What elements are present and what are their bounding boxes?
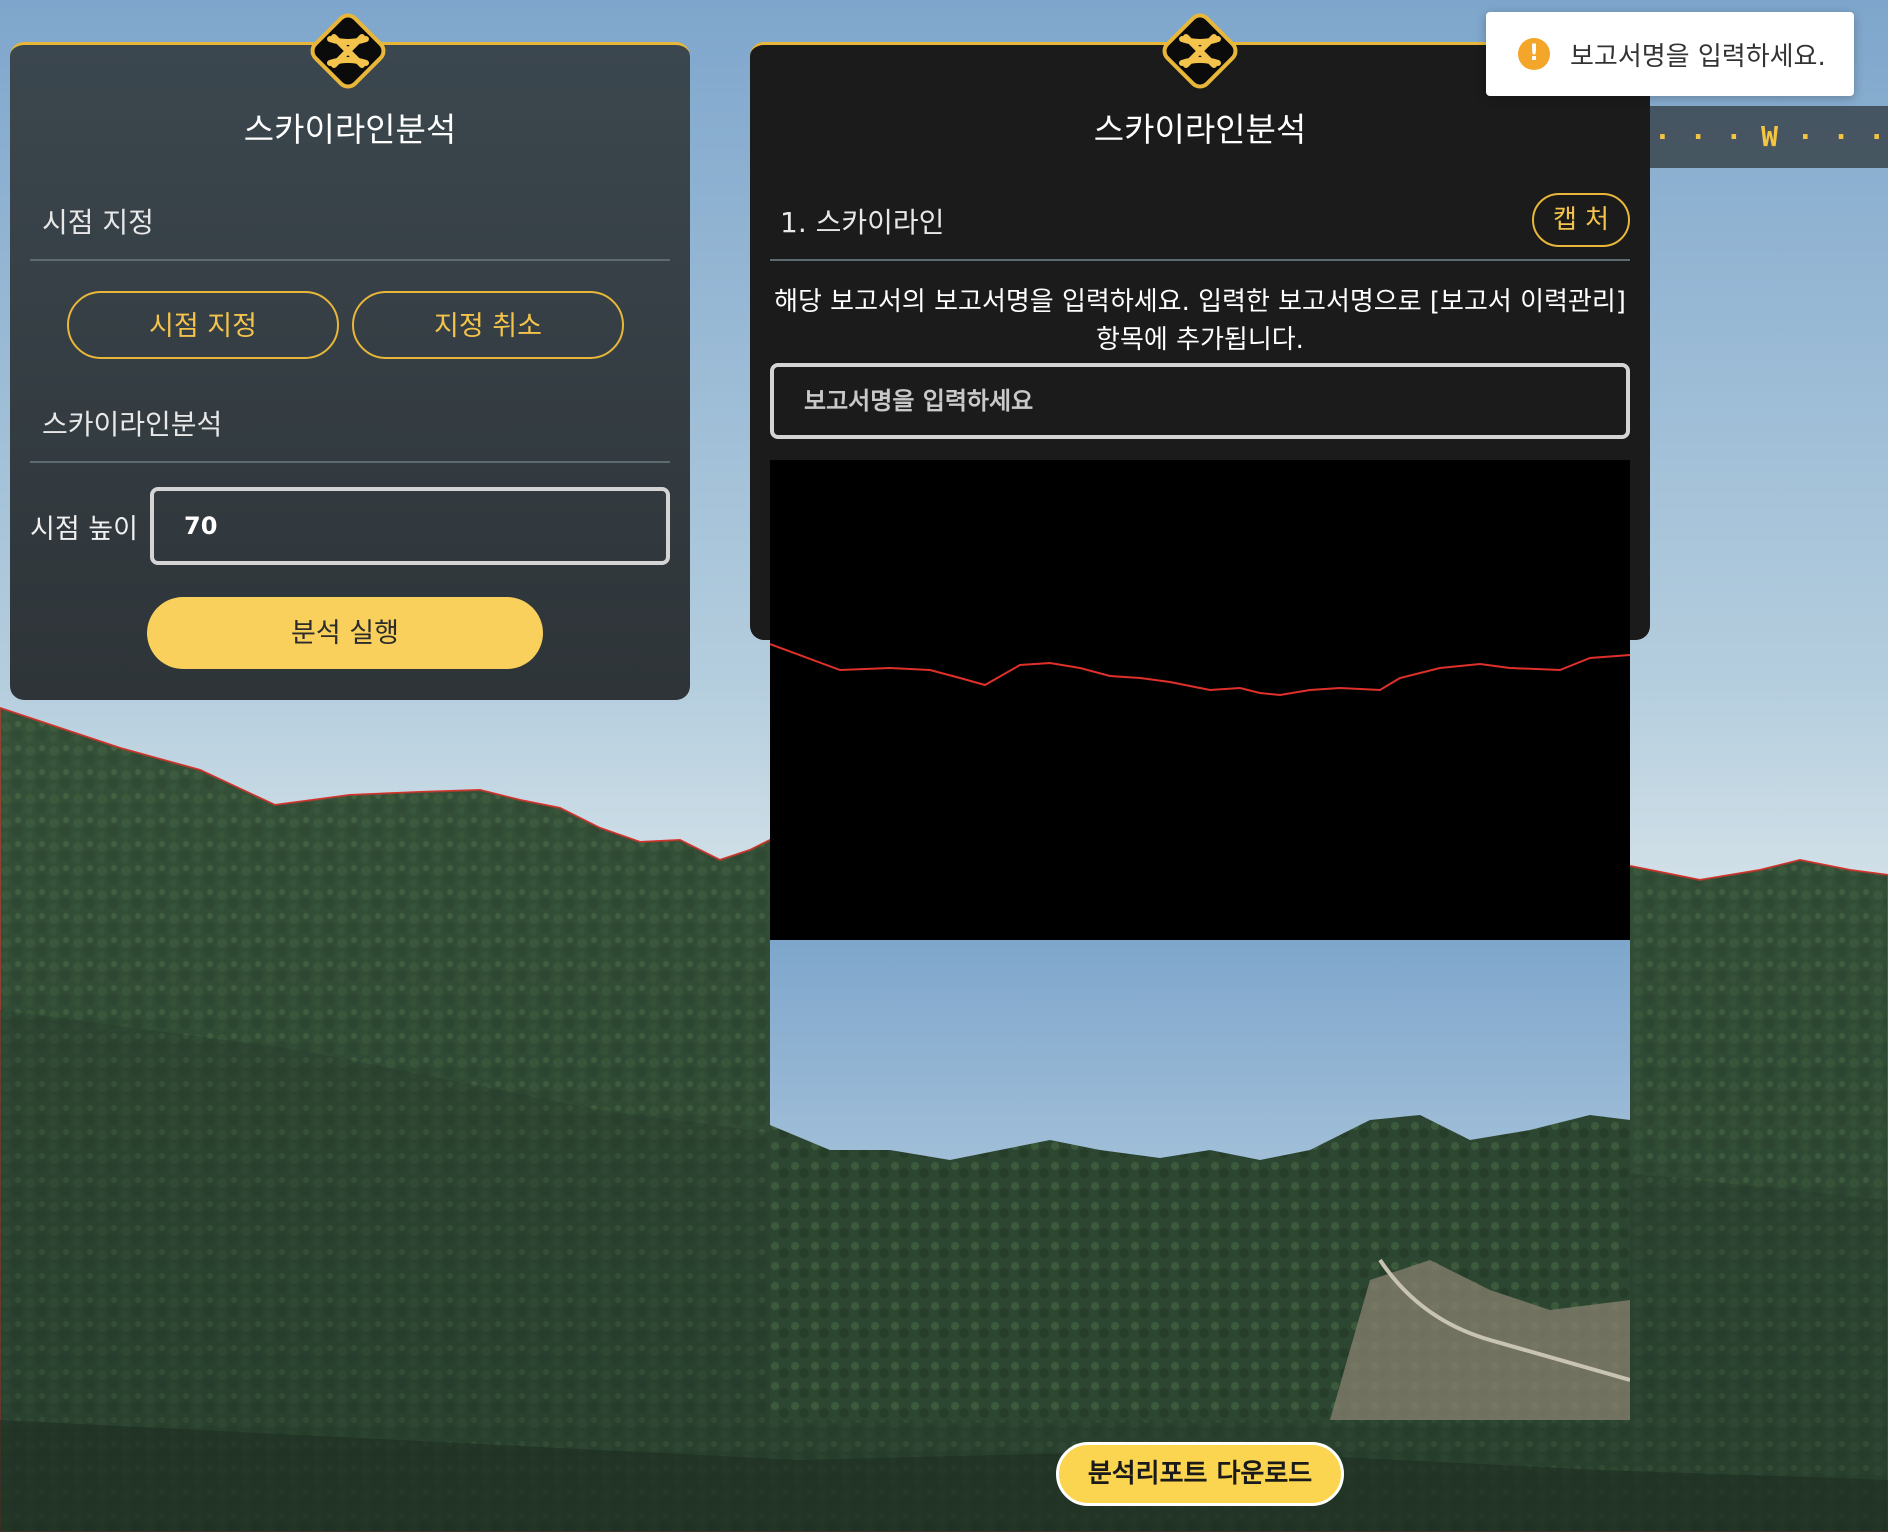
panel-title: 스카이라인분석 — [243, 110, 457, 149]
divider — [30, 259, 670, 261]
viewpoint-section-title: 시점 지정 — [42, 206, 154, 239]
skyline-control-panel: 스카이라인분석 시점 지정 시점 지정 지정 취소 스카이라인분석 시점 높이 … — [10, 13, 690, 700]
panel-title: 스카이라인분석 — [1093, 110, 1307, 149]
divider — [770, 259, 1630, 261]
report-name-description: 해당 보고서의 보고서명을 입력하세요. 입력한 보고서명으로 [보고서 이력관… — [774, 287, 1626, 355]
warning-icon: ! — [1518, 38, 1550, 70]
skyline-section-title: 1. 스카이라인 — [780, 206, 945, 239]
close-icon[interactable] — [1152, 3, 1248, 99]
divider — [30, 461, 670, 463]
skyline-analysis-section-title: 스카이라인분석 — [42, 408, 223, 441]
warning-toast: ! 보고서명을 입력하세요. — [1486, 12, 1854, 96]
download-report-button[interactable]: 분석리포트 다운로드 — [1056, 1442, 1344, 1506]
skyline-result-image — [770, 460, 1630, 1420]
viewpoint-height-input[interactable] — [150, 487, 670, 565]
report-name-input[interactable] — [770, 363, 1630, 439]
viewpoint-height-label: 시점 높이 — [30, 514, 138, 545]
toast-message: 보고서명을 입력하세요. — [1570, 41, 1826, 72]
close-icon[interactable] — [300, 3, 396, 99]
compass-bar: · · · W · · · · · · N — [1640, 106, 1888, 168]
cancel-viewpoint-button[interactable]: 지정 취소 — [352, 291, 624, 359]
run-analysis-button[interactable]: 분석 실행 — [147, 597, 543, 669]
set-viewpoint-button[interactable]: 시점 지정 — [67, 291, 339, 359]
capture-button[interactable]: 캡 처 — [1532, 193, 1630, 247]
